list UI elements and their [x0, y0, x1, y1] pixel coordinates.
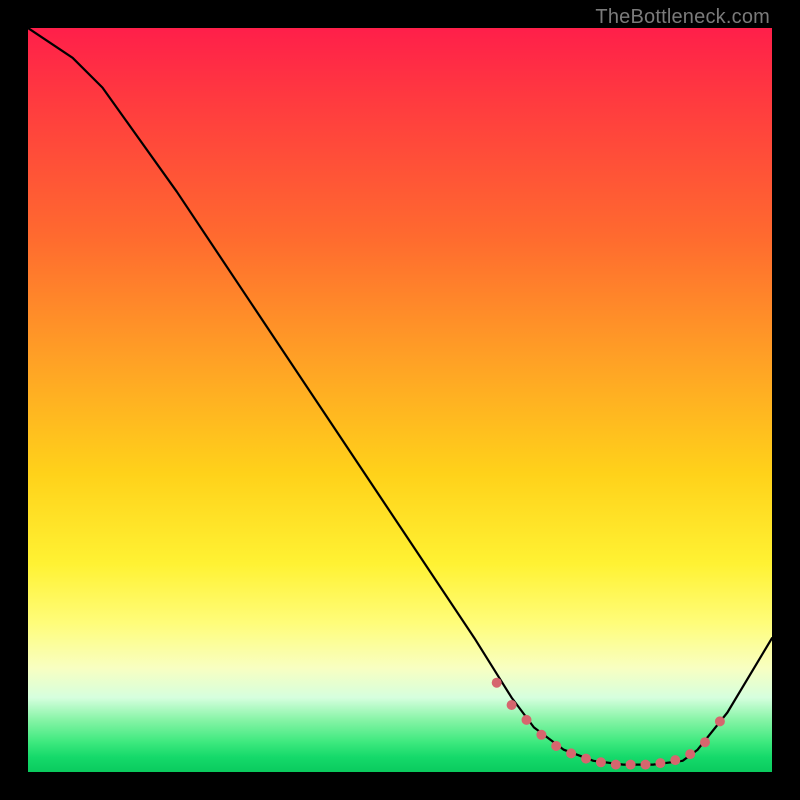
marker-dot — [655, 758, 665, 768]
marker-dot — [566, 748, 576, 758]
marker-dots — [492, 678, 725, 770]
marker-dot — [536, 730, 546, 740]
marker-dot — [670, 755, 680, 765]
marker-dot — [581, 754, 591, 764]
marker-dot — [641, 760, 651, 770]
bottleneck-curve — [28, 28, 772, 765]
marker-dot — [492, 678, 502, 688]
marker-dot — [685, 749, 695, 759]
chart-svg — [28, 28, 772, 772]
marker-dot — [522, 715, 532, 725]
marker-dot — [507, 700, 517, 710]
watermark-label: TheBottleneck.com — [595, 6, 770, 29]
marker-dot — [551, 741, 561, 751]
marker-dot — [626, 760, 636, 770]
chart-frame: TheBottleneck.com — [0, 0, 800, 800]
marker-dot — [596, 757, 606, 767]
marker-dot — [700, 737, 710, 747]
chart-plot-area — [28, 28, 772, 772]
marker-dot — [611, 760, 621, 770]
marker-dot — [715, 716, 725, 726]
